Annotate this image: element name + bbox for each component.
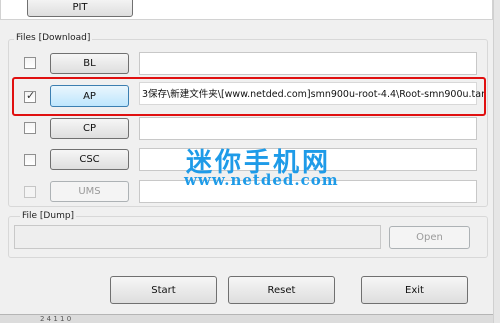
start-button[interactable]: Start xyxy=(110,276,217,304)
watermark-url: www.netded.com xyxy=(184,171,339,189)
vertical-scrollbar[interactable] xyxy=(493,0,500,323)
bl-checkbox[interactable] xyxy=(24,57,36,69)
cp-checkbox[interactable] xyxy=(24,122,36,134)
footer-text: 2 4 1 1 0 xyxy=(40,315,72,323)
file-dump-label: File [Dump] xyxy=(20,211,77,222)
pit-button[interactable]: PIT xyxy=(27,0,133,17)
bl-button[interactable]: BL xyxy=(50,53,129,74)
ap-row-highlight xyxy=(12,77,486,116)
files-download-label: Files [Download] xyxy=(14,33,93,44)
csc-button[interactable]: CSC xyxy=(50,149,129,170)
footer-strip: 2 4 1 1 0 xyxy=(0,314,493,323)
open-button[interactable]: Open xyxy=(389,226,470,249)
cp-button[interactable]: CP xyxy=(50,118,129,139)
cp-path-field[interactable] xyxy=(139,117,477,140)
ums-checkbox[interactable] xyxy=(24,186,36,198)
dump-path-field[interactable] xyxy=(14,225,381,249)
exit-button[interactable]: Exit xyxy=(361,276,468,304)
ums-button[interactable]: UMS xyxy=(50,181,129,202)
csc-checkbox[interactable] xyxy=(24,154,36,166)
bl-path-field[interactable] xyxy=(139,52,477,75)
reset-button[interactable]: Reset xyxy=(228,276,335,304)
